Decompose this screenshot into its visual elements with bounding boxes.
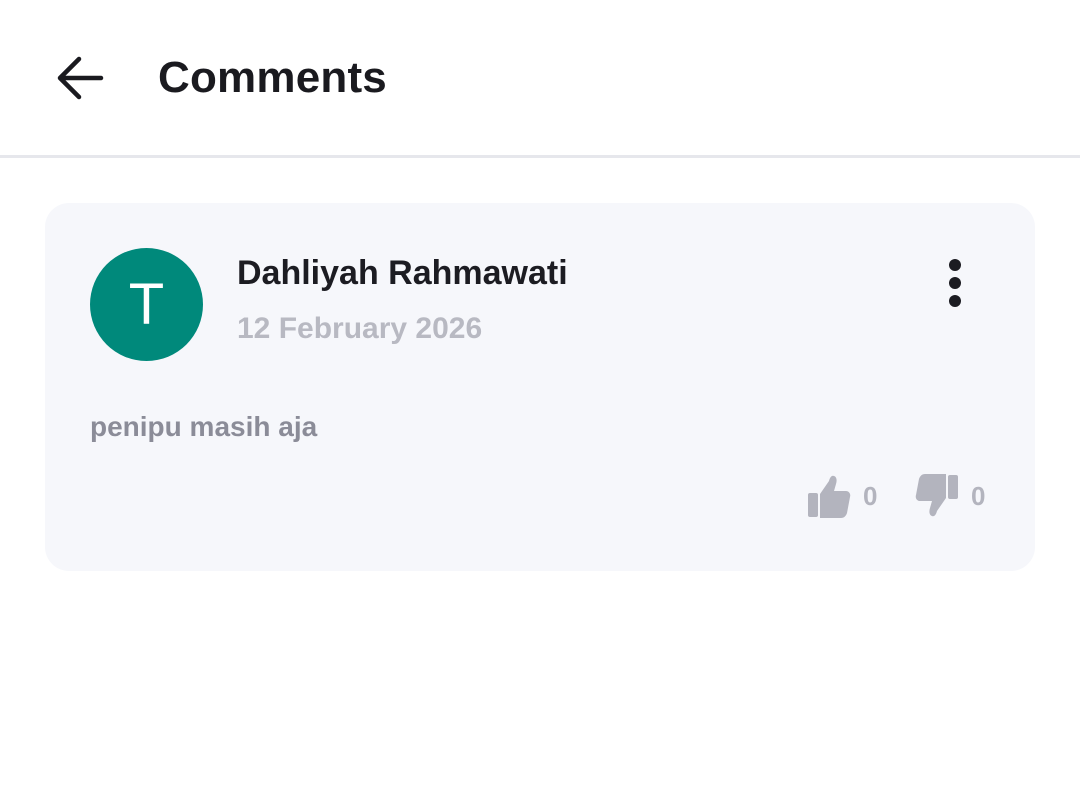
dislike-count: 0 — [971, 480, 986, 511]
vertical-dots-icon — [949, 259, 961, 307]
arrow-left-icon — [57, 56, 104, 100]
comment-date: 12 February 2026 — [237, 312, 483, 345]
app-header: Comments — [0, 0, 1080, 158]
like-button[interactable]: 0 — [807, 471, 877, 521]
avatar: T — [90, 248, 203, 361]
thumbs-down-icon — [915, 474, 958, 517]
page-title: Comments — [158, 53, 387, 102]
back-button[interactable] — [50, 50, 110, 106]
comment-text: penipu masih aja — [90, 411, 318, 442]
dislike-button[interactable]: 0 — [915, 471, 985, 521]
like-count: 0 — [863, 480, 878, 511]
comment-author: Dahliyah Rahmawati — [237, 254, 568, 292]
comment-card: T Dahliyah Rahmawati 12 February 2026 pe… — [45, 203, 1035, 571]
thumbs-up-icon — [808, 475, 851, 518]
avatar-initial: T — [128, 272, 165, 337]
more-options-button[interactable] — [935, 255, 975, 311]
